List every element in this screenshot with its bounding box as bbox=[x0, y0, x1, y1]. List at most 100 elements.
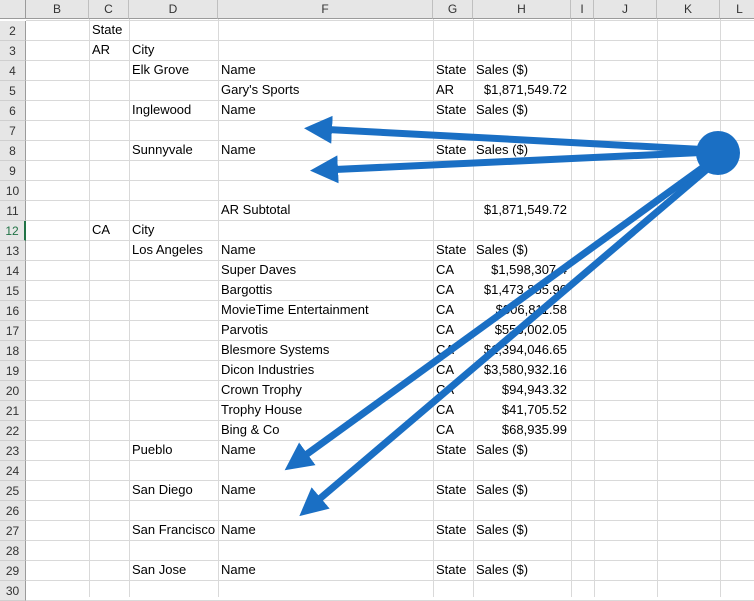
row-header-18[interactable]: 18 bbox=[0, 341, 26, 361]
cell-g8[interactable]: State bbox=[433, 140, 473, 160]
cell-h19[interactable]: $3,580,932.16 bbox=[473, 360, 571, 380]
cell-f8[interactable]: Name bbox=[218, 140, 433, 160]
cell-d6[interactable]: Inglewood bbox=[129, 100, 218, 120]
cell-f22[interactable]: Bing & Co bbox=[218, 420, 433, 440]
cell-g14[interactable]: CA bbox=[433, 260, 473, 280]
row-header-22[interactable]: 22 bbox=[0, 421, 26, 441]
cell-f16[interactable]: MovieTime Entertainment bbox=[218, 300, 433, 320]
row-header-19[interactable]: 19 bbox=[0, 361, 26, 381]
row-header-26[interactable]: 26 bbox=[0, 501, 26, 521]
cell-h5[interactable]: $1,871,549.72 bbox=[473, 80, 571, 100]
row-header-14[interactable]: 14 bbox=[0, 261, 26, 281]
column-header-h[interactable]: H bbox=[473, 0, 571, 19]
row-header-28[interactable]: 28 bbox=[0, 541, 26, 561]
cell-f21[interactable]: Trophy House bbox=[218, 400, 433, 420]
cell-d13[interactable]: Los Angeles bbox=[129, 240, 218, 260]
cell-g13[interactable]: State bbox=[433, 240, 473, 260]
cell-d27[interactable]: San Francisco bbox=[129, 520, 218, 540]
cell-h29[interactable]: Sales ($) bbox=[473, 560, 571, 580]
cell-h14[interactable]: $1,598,307.4 bbox=[473, 260, 571, 280]
cell-f4[interactable]: Name bbox=[218, 60, 433, 80]
column-header-c[interactable]: C bbox=[89, 0, 129, 19]
cell-c12[interactable]: CA bbox=[89, 220, 129, 240]
cell-g4[interactable]: State bbox=[433, 60, 473, 80]
cell-g29[interactable]: State bbox=[433, 560, 473, 580]
select-all-corner[interactable] bbox=[0, 0, 26, 19]
cell-g27[interactable]: State bbox=[433, 520, 473, 540]
cell-h11[interactable]: $1,871,549.72 bbox=[473, 200, 571, 220]
cell-g6[interactable]: State bbox=[433, 100, 473, 120]
cell-f27[interactable]: Name bbox=[218, 520, 433, 540]
column-header-k[interactable]: K bbox=[657, 0, 720, 19]
cell-h22[interactable]: $68,935.99 bbox=[473, 420, 571, 440]
cell-h21[interactable]: $41,705.52 bbox=[473, 400, 571, 420]
row-header-21[interactable]: 21 bbox=[0, 401, 26, 421]
cell-g15[interactable]: CA bbox=[433, 280, 473, 300]
row-header-3[interactable]: 3 bbox=[0, 41, 26, 61]
row-header-4[interactable]: 4 bbox=[0, 61, 26, 81]
cell-g17[interactable]: CA bbox=[433, 320, 473, 340]
cell-f29[interactable]: Name bbox=[218, 560, 433, 580]
cell-d3[interactable]: City bbox=[129, 40, 218, 60]
cell-h20[interactable]: $94,943.32 bbox=[473, 380, 571, 400]
row-header-8[interactable]: 8 bbox=[0, 141, 26, 161]
cell-d29[interactable]: San Jose bbox=[129, 560, 218, 580]
cell-d23[interactable]: Pueblo bbox=[129, 440, 218, 460]
cell-d4[interactable]: Elk Grove bbox=[129, 60, 218, 80]
cell-f25[interactable]: Name bbox=[218, 480, 433, 500]
row-header-6[interactable]: 6 bbox=[0, 101, 26, 121]
row-header-24[interactable]: 24 bbox=[0, 461, 26, 481]
column-header-j[interactable]: J bbox=[594, 0, 657, 19]
column-header-i[interactable]: I bbox=[571, 0, 594, 19]
row-header-7[interactable]: 7 bbox=[0, 121, 26, 141]
cell-g20[interactable]: CA bbox=[433, 380, 473, 400]
column-header-g[interactable]: G bbox=[433, 0, 473, 19]
cell-g18[interactable]: CA bbox=[433, 340, 473, 360]
column-header-d[interactable]: D bbox=[129, 0, 218, 19]
cell-g5[interactable]: AR bbox=[433, 80, 473, 100]
cell-h27[interactable]: Sales ($) bbox=[473, 520, 571, 540]
column-header-l[interactable]: L bbox=[720, 0, 754, 19]
cell-g19[interactable]: CA bbox=[433, 360, 473, 380]
row-header-23[interactable]: 23 bbox=[0, 441, 26, 461]
row-header-9[interactable]: 9 bbox=[0, 161, 26, 181]
row-header-25[interactable]: 25 bbox=[0, 481, 26, 501]
row-header-2[interactable]: 2 bbox=[0, 21, 26, 41]
cell-f11[interactable]: AR Subtotal bbox=[218, 200, 433, 220]
cell-g16[interactable]: CA bbox=[433, 300, 473, 320]
cell-h16[interactable]: $806,811.58 bbox=[473, 300, 571, 320]
row-header-30[interactable]: 30 bbox=[0, 581, 26, 601]
cell-g23[interactable]: State bbox=[433, 440, 473, 460]
row-header-20[interactable]: 20 bbox=[0, 381, 26, 401]
cell-c3[interactable]: AR bbox=[89, 40, 129, 60]
cell-d12[interactable]: City bbox=[129, 220, 218, 240]
row-header-12[interactable]: 12 bbox=[0, 221, 26, 241]
cell-h8[interactable]: Sales ($) bbox=[473, 140, 571, 160]
row-header-16[interactable]: 16 bbox=[0, 301, 26, 321]
cell-h25[interactable]: Sales ($) bbox=[473, 480, 571, 500]
cell-h6[interactable]: Sales ($) bbox=[473, 100, 571, 120]
cell-f13[interactable]: Name bbox=[218, 240, 433, 260]
cell-h18[interactable]: $1,394,046.65 bbox=[473, 340, 571, 360]
cell-d8[interactable]: Sunnyvale bbox=[129, 140, 218, 160]
cell-h13[interactable]: Sales ($) bbox=[473, 240, 571, 260]
column-header-b[interactable]: B bbox=[26, 0, 89, 19]
cell-f14[interactable]: Super Daves bbox=[218, 260, 433, 280]
cell-f17[interactable]: Parvotis bbox=[218, 320, 433, 340]
cell-h4[interactable]: Sales ($) bbox=[473, 60, 571, 80]
cell-f19[interactable]: Dicon Industries bbox=[218, 360, 433, 380]
cell-g22[interactable]: CA bbox=[433, 420, 473, 440]
cell-h15[interactable]: $1,473,855.90 bbox=[473, 280, 571, 300]
cell-h23[interactable]: Sales ($) bbox=[473, 440, 571, 460]
row-header-10[interactable]: 10 bbox=[0, 181, 26, 201]
cell-g21[interactable]: CA bbox=[433, 400, 473, 420]
cell-f15[interactable]: Bargottis bbox=[218, 280, 433, 300]
cell-f6[interactable]: Name bbox=[218, 100, 433, 120]
cell-g25[interactable]: State bbox=[433, 480, 473, 500]
row-header-15[interactable]: 15 bbox=[0, 281, 26, 301]
row-header-13[interactable]: 13 bbox=[0, 241, 26, 261]
row-header-29[interactable]: 29 bbox=[0, 561, 26, 581]
cell-h17[interactable]: $556,002.05 bbox=[473, 320, 571, 340]
cell-f23[interactable]: Name bbox=[218, 440, 433, 460]
column-header-f[interactable]: F bbox=[218, 0, 433, 19]
